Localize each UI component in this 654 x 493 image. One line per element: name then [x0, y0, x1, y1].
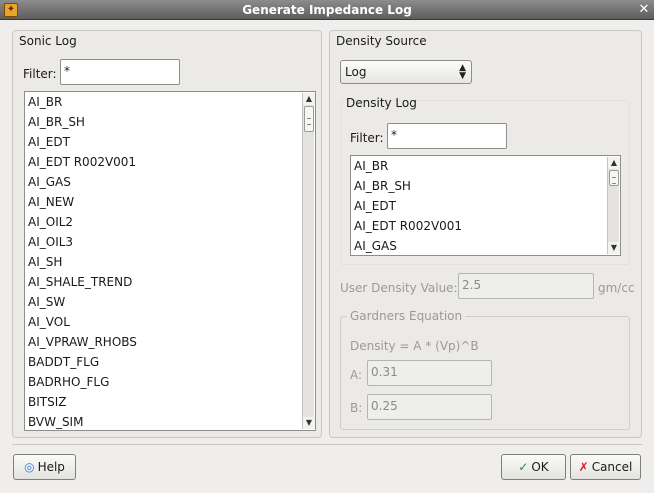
- density-filter-input[interactable]: *: [387, 123, 507, 149]
- gardners-title: Gardners Equation: [347, 309, 466, 323]
- list-item[interactable]: BVW_SIM: [25, 412, 299, 430]
- list-item[interactable]: AI_SH: [25, 252, 299, 272]
- list-item[interactable]: BITSIZ: [25, 392, 299, 412]
- cancel-button[interactable]: ✗ Cancel: [570, 454, 641, 480]
- density-source-selected: Log: [345, 65, 367, 79]
- list-item[interactable]: AI_OIL2: [25, 212, 299, 232]
- list-item[interactable]: AI_GAS: [351, 236, 604, 255]
- title-bar: ✦ Generate Impedance Log ✕: [0, 0, 654, 20]
- updown-arrows-icon: ▲ ▼: [459, 63, 466, 81]
- user-density-label: User Density Value:: [340, 281, 458, 295]
- b-label: B:: [350, 401, 363, 415]
- list-item[interactable]: AI_EDT: [351, 196, 604, 216]
- sonic-filter-input[interactable]: *: [60, 59, 180, 85]
- sonic-log-items: AI_BR AI_BR_SH AI_EDT AI_EDT R002V001 AI_GAS…: [25, 92, 299, 430]
- list-item[interactable]: AI_EDT R002V001: [25, 152, 299, 172]
- list-item[interactable]: AI_EDT R002V001: [351, 216, 604, 236]
- list-item[interactable]: AI_SW: [25, 292, 299, 312]
- sonic-scrollbar[interactable]: ▲ ▼: [302, 93, 315, 429]
- user-density-unit: gm/cc: [598, 281, 635, 295]
- list-item[interactable]: AI_BR: [351, 156, 604, 176]
- density-log-title: Density Log: [346, 96, 417, 110]
- density-log-items: AI_BR AI_BR_SH AI_EDT AI_EDT R002V001 AI_GAS: [351, 156, 604, 255]
- density-source-select[interactable]: Log ▲ ▼: [340, 60, 472, 84]
- check-icon: ✓: [518, 460, 529, 474]
- sonic-log-list: AI_BR AI_BR_SH AI_EDT AI_EDT R002V001 AI_GAS…: [24, 91, 316, 431]
- scroll-down-icon[interactable]: ▼: [608, 242, 620, 254]
- a-label: A:: [350, 368, 363, 382]
- cancel-label: Cancel: [591, 460, 633, 474]
- density-source-title: Density Source: [336, 34, 427, 48]
- a-input[interactable]: 0.31: [367, 360, 492, 386]
- cancel-x-icon: ✗: [578, 460, 589, 474]
- scroll-down-icon[interactable]: ▼: [303, 417, 315, 429]
- list-item[interactable]: AI_EDT: [25, 132, 299, 152]
- density-log-list: AI_BR AI_BR_SH AI_EDT AI_EDT R002V001 AI_GAS…: [350, 155, 621, 256]
- list-item[interactable]: AI_VOL: [25, 312, 299, 332]
- ok-button[interactable]: ✓ OK: [501, 454, 566, 480]
- help-button[interactable]: ◎ Help: [13, 454, 76, 480]
- list-item[interactable]: AI_NEW: [25, 192, 299, 212]
- close-icon[interactable]: ✕: [637, 3, 651, 17]
- sonic-filter-label: Filter:: [23, 67, 57, 81]
- help-icon: ◎: [24, 460, 35, 474]
- list-item[interactable]: AI_BR_SH: [351, 176, 604, 196]
- list-item[interactable]: BADRHO_FLG: [25, 372, 299, 392]
- sonic-log-title: Sonic Log: [19, 34, 77, 48]
- list-item[interactable]: BADDT_FLG: [25, 352, 299, 372]
- footer-separator: [12, 444, 642, 445]
- scroll-thumb[interactable]: [609, 170, 619, 186]
- list-item[interactable]: AI_VPRAW_RHOBS: [25, 332, 299, 352]
- list-item[interactable]: AI_BR_SH: [25, 112, 299, 132]
- list-item[interactable]: AI_GAS: [25, 172, 299, 192]
- window-title: Generate Impedance Log: [242, 3, 412, 17]
- density-filter-label: Filter:: [350, 131, 384, 145]
- density-scrollbar[interactable]: ▲ ▼: [607, 157, 620, 254]
- list-item[interactable]: AI_BR: [25, 92, 299, 112]
- list-item[interactable]: AI_OIL3: [25, 232, 299, 252]
- gardners-equation: Density = A * (Vp)^B: [350, 339, 479, 353]
- scroll-up-icon[interactable]: ▲: [303, 93, 315, 105]
- scroll-up-icon[interactable]: ▲: [608, 157, 620, 169]
- ok-label: OK: [531, 460, 549, 474]
- list-item[interactable]: AI_SHALE_TREND: [25, 272, 299, 292]
- help-label: Help: [37, 460, 65, 474]
- scroll-thumb[interactable]: [304, 106, 314, 132]
- b-input[interactable]: 0.25: [367, 394, 492, 420]
- user-density-input[interactable]: 2.5: [458, 273, 594, 299]
